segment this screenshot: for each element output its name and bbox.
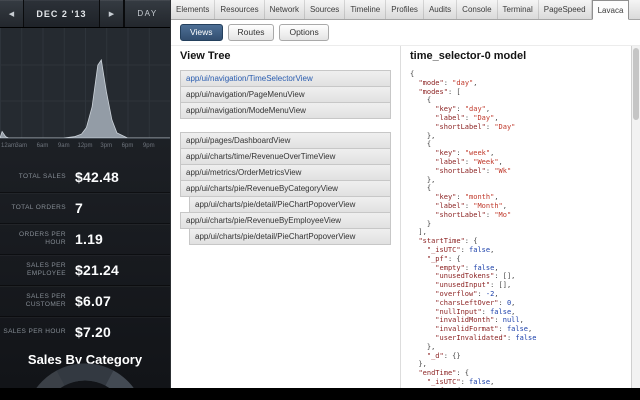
axis-tick-label: 9am [57, 143, 70, 149]
prev-arrow-icon: ◀ [8, 10, 15, 18]
metric-row: TOTAL SALES $42.48 [0, 162, 170, 192]
devtools-tab-elements[interactable]: Elements [171, 0, 216, 19]
view-tree-item[interactable]: app/ui/charts/time/RevenueOverTimeView [180, 148, 391, 165]
axis-tick-label: 6pm [121, 143, 134, 149]
metric-value: $42.48 [75, 169, 120, 185]
view-tree-item[interactable]: app/ui/navigation/ModeMenuView [180, 102, 391, 119]
view-tree-item[interactable]: app/ui/charts/pie/RevenueByEmployeeView [180, 212, 391, 229]
axis-tick-label: 12am [1, 143, 17, 149]
metric-value: $21.24 [75, 262, 120, 278]
metric-label: SALES PER HOUR [3, 328, 66, 335]
metric-value: $6.07 [75, 293, 112, 309]
next-date-button[interactable]: ▶ [100, 0, 124, 27]
sales-by-category-donut[interactable] [0, 352, 170, 388]
view-tree-title: View Tree [180, 50, 231, 62]
metric-label: SALES PER CUSTOMER [25, 293, 66, 308]
view-tree-item[interactable]: app/ui/charts/pie/detail/PieChartPopover… [189, 196, 391, 213]
lavaca-panel-body: View Tree app/ui/navigation/TimeSelector… [171, 46, 640, 388]
metric-value: 7 [75, 200, 83, 216]
view-tree-group: app/ui/pages/DashboardView app/ui/charts/… [180, 132, 391, 245]
axis-tick-label: 9pm [142, 143, 155, 149]
metric-row: SALES PER EMPLOYEE $21.24 [0, 254, 170, 285]
view-tree-item[interactable]: app/ui/charts/pie/RevenueByCategoryView [180, 180, 391, 197]
metric-row: SALES PER HOUR $7.20 [0, 316, 170, 347]
metric-label: TOTAL ORDERS [11, 204, 66, 211]
prev-date-button[interactable]: ◀ [0, 0, 24, 27]
devtools-tab-sources[interactable]: Sources [305, 0, 346, 19]
subtab-options[interactable]: Options [279, 23, 329, 42]
date-selector-bar: ◀ DEC 2 '13 ▶ DAY [0, 0, 170, 28]
view-tree-pane: View Tree app/ui/navigation/TimeSelector… [171, 46, 400, 388]
donut-chart-svg [24, 363, 146, 388]
metric-value: 1.19 [75, 231, 104, 247]
axis-tick-label: 6am [36, 143, 49, 149]
lavaca-subtab-bar: Views Routes Options [171, 20, 640, 46]
view-tree-item[interactable]: app/ui/charts/pie/detail/PieChartPopover… [189, 228, 391, 245]
devtools-tab-audits[interactable]: Audits [424, 0, 458, 19]
dashboard-app: ◀ DEC 2 '13 ▶ DAY 12am 3am 6am 9am 12pm 3pm 6p… [0, 0, 170, 388]
view-tree-group: app/ui/navigation/TimeSelectorView app/ui… [180, 70, 391, 119]
day-mode-button[interactable]: DAY [124, 0, 170, 27]
axis-tick-label: 3am [15, 143, 28, 149]
metric-label: ORDERS PER HOUR [19, 231, 66, 246]
devtools-tab-console[interactable]: Console [457, 0, 498, 19]
metric-label: SALES PER EMPLOYEE [26, 262, 66, 277]
axis-tick-label: 3pm [100, 143, 113, 149]
scrollbar-thumb[interactable] [633, 48, 639, 120]
order-metrics-list: TOTAL SALES $42.48 TOTAL ORDERS 7 ORDERS PER… [0, 157, 170, 347]
devtools-tab-network[interactable]: Network [265, 0, 305, 19]
view-tree-item[interactable]: app/ui/navigation/TimeSelectorView [180, 70, 391, 87]
metric-label: TOTAL SALES [18, 173, 66, 180]
devtools-tab-profiles[interactable]: Profiles [386, 0, 424, 19]
view-tree-item[interactable]: app/ui/navigation/PageMenuView [180, 86, 391, 103]
bottom-black-bar [0, 388, 640, 400]
metric-row: SALES PER CUSTOMER $6.07 [0, 285, 170, 316]
metric-value: $7.20 [75, 324, 112, 340]
area-chart-svg [0, 28, 170, 139]
devtools-tab-lavaca[interactable]: Lavaca [591, 0, 630, 20]
subtab-routes[interactable]: Routes [227, 23, 275, 42]
next-arrow-icon: ▶ [108, 10, 115, 18]
day-mode-label: DAY [137, 9, 158, 18]
current-date-label[interactable]: DEC 2 '13 [24, 0, 100, 27]
revenue-over-time-chart: 12am 3am 6am 9am 12pm 3pm 6pm 9pm [0, 28, 170, 157]
devtools-tab-terminal[interactable]: Terminal [498, 0, 539, 19]
model-inspector-pane: time_selector-0 model { "mode": "day", "… [400, 46, 631, 388]
view-tree-item[interactable]: app/ui/pages/DashboardView [180, 132, 391, 149]
view-tree-list: app/ui/navigation/TimeSelectorView app/ui… [180, 70, 391, 245]
metric-row: ORDERS PER HOUR 1.19 [0, 223, 170, 254]
vertical-scrollbar[interactable] [631, 46, 640, 388]
axis-tick-label: 12pm [77, 143, 93, 149]
metric-row: TOTAL ORDERS 7 [0, 192, 170, 223]
devtools-tab-pagespeed[interactable]: PageSpeed [539, 0, 592, 19]
screenshot-root: ◀ DEC 2 '13 ▶ DAY 12am 3am 6am 9am 12pm 3pm 6p… [0, 0, 640, 400]
devtools-tab-resources[interactable]: Resources [215, 0, 265, 19]
view-tree-item[interactable]: app/ui/metrics/OrderMetricsView [180, 164, 391, 181]
subtab-views[interactable]: Views [180, 23, 223, 42]
date-text: DEC 2 '13 [36, 8, 87, 19]
model-json-view: { "mode": "day", "modes": [ { "key": "da… [410, 70, 537, 388]
devtools-tab-timeline[interactable]: Timeline [345, 0, 387, 19]
model-title: time_selector-0 model [410, 50, 527, 62]
devtools-tabbar: Elements Resources Network Sources Timeline P… [171, 0, 640, 20]
devtools-panel: Elements Resources Network Sources Timeline P… [170, 0, 640, 388]
